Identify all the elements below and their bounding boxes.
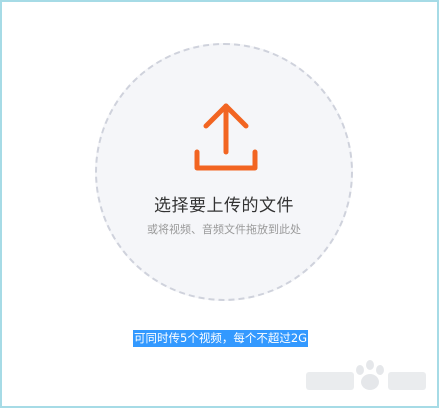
upload-limit-note: 可同时传5个视频，每个不超过2G (133, 330, 309, 347)
watermark-logo (306, 360, 426, 390)
upload-dropzone[interactable]: 选择要上传的文件 或将视频、音频文件拖放到此处 (95, 43, 353, 301)
upload-arrow-icon (194, 103, 258, 171)
upload-primary-text[interactable]: 选择要上传的文件 (97, 191, 351, 216)
upload-panel: 选择要上传的文件 或将视频、音频文件拖放到此处 可同时传5个视频，每个不超过2G (0, 0, 439, 408)
upload-secondary-text: 或将视频、音频文件拖放到此处 (147, 223, 301, 236)
